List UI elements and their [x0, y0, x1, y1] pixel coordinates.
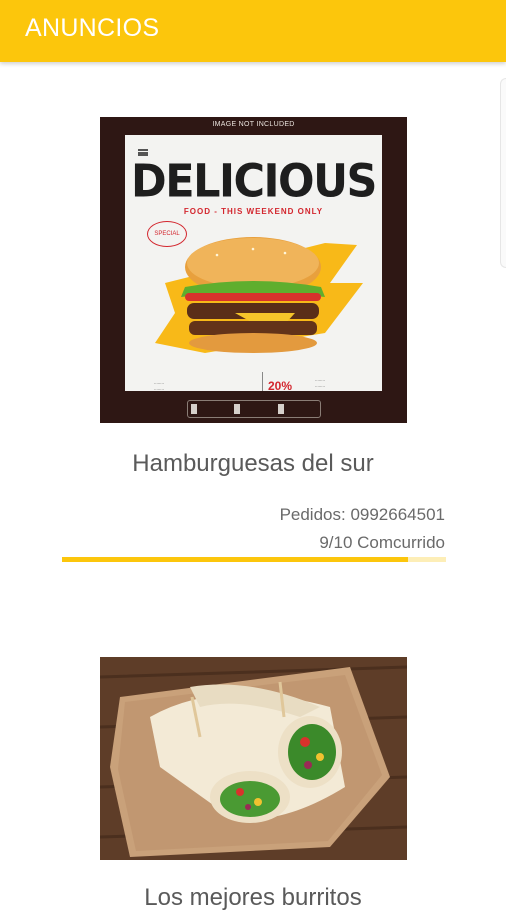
crowd-progress-fill: [62, 557, 408, 562]
app-title: ANUNCIOS: [25, 14, 160, 42]
poster-divider: [262, 372, 263, 391]
image-note: IMAGE NOT INCLUDED: [212, 121, 295, 128]
app-bar: ANUNCIOS: [0, 0, 506, 62]
scroll-indicator[interactable]: [500, 78, 506, 268]
poster-fine-print: ................: [154, 380, 165, 391]
poster-tagline: FOOD - THIS WEEKEND ONLY: [183, 207, 324, 216]
crowd-progress-bar: [62, 557, 446, 562]
burger-icon: [155, 237, 363, 353]
burger-poster: DELICIOUS FOOD - THIS WEEKEND ONLY SPECI…: [125, 135, 382, 391]
ad-title[interactable]: Hamburguesas del sur: [0, 450, 506, 478]
ad-image-burrito[interactable]: [100, 657, 407, 860]
ad-title[interactable]: Los mejores burritos: [0, 884, 506, 912]
ad-phone[interactable]: Pedidos: 0992664501: [280, 505, 445, 525]
poster-details: ........................: [315, 377, 326, 391]
ad-image-burger[interactable]: IMAGE NOT INCLUDED DELICIOUS FOOD - THIS…: [100, 117, 407, 423]
badge-1: [191, 404, 230, 414]
poster-discount: 20%: [268, 379, 293, 391]
ad-crowd-level: 9/10 Comcurrido: [319, 533, 445, 552]
badge-2: [234, 404, 273, 414]
burrito-photo-icon: [100, 657, 407, 860]
badge-3: [277, 404, 317, 414]
poster-headline: DELICIOUS: [131, 155, 377, 209]
poster-badges: [187, 400, 321, 418]
